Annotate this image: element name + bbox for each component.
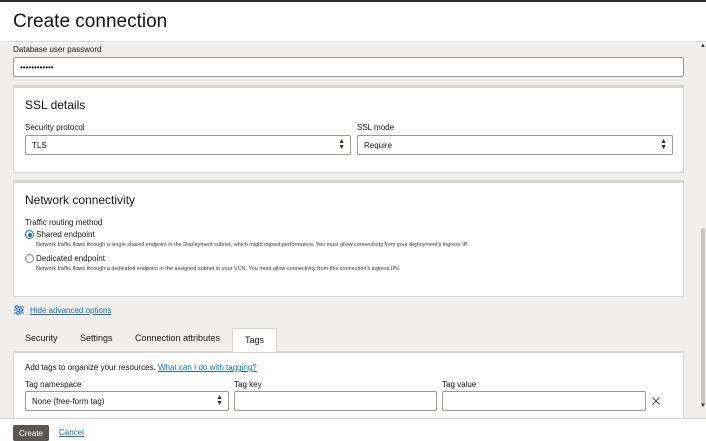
tag-key-label: Tag key [234,380,262,389]
tags-intro-text: Add tags to organize your resources. [25,363,156,372]
password-label: Database user password [13,45,102,54]
tag-key-input[interactable] [234,391,437,411]
tab-security[interactable]: Security [25,333,58,343]
ssl-mode-value: Require [364,140,393,150]
scrollbar[interactable]: ▲ ▼ [700,43,706,418]
security-protocol-label: Security protocol [25,123,85,132]
page-title: Create connection [13,11,168,32]
shared-endpoint-radio[interactable] [25,230,34,239]
sliders-icon[interactable] [13,304,25,316]
ssl-mode-label: SSL mode [357,123,395,132]
tag-value-input[interactable] [442,391,646,411]
dedicated-endpoint-radio[interactable] [25,254,34,263]
cancel-link[interactable]: Cancel [59,428,84,437]
traffic-routing-label: Traffic routing method [25,218,103,227]
tag-namespace-value: None (free-form tag) [32,396,105,406]
tag-namespace-label: Tag namespace [25,380,82,389]
scroll-up-icon[interactable]: ▲ [700,43,706,49]
shared-endpoint-label[interactable]: Shared endpoint [36,230,95,239]
close-icon[interactable] [651,395,661,405]
dedicated-endpoint-help: Network traffic flows through a dedicate… [36,266,401,272]
select-caret-icon: ▲ ▼ [660,138,667,151]
tags-intro: Add tags to organize your resources. Wha… [25,363,257,372]
scroll-down-icon[interactable]: ▼ [700,403,706,409]
tag-value-label: Tag value [442,380,477,389]
security-protocol-select[interactable]: TLS ▲ ▼ [25,135,351,155]
hide-advanced-options-link[interactable]: Hide advanced options [30,306,111,315]
panel-footer: Create Cancel [0,418,706,441]
ssl-mode-select[interactable]: Require ▲ ▼ [357,135,673,155]
tag-namespace-select[interactable]: None (free-form tag) ▲ ▼ [25,391,229,411]
select-caret-icon: ▲ ▼ [216,394,223,407]
tags-panel: Add tags to organize your resources. Wha… [13,352,684,418]
ssl-details-panel: SSL details Security protocol TLS ▲ ▼ SSL… [13,85,684,173]
tagging-help-link[interactable]: What can I do with tagging? [158,363,257,372]
tab-connection-attributes[interactable]: Connection attributes [135,333,220,343]
scroll-thumb[interactable] [701,228,705,406]
security-protocol-value: TLS [32,140,47,150]
network-connectivity-panel: Network connectivity Traffic routing met… [13,180,684,297]
tab-tags[interactable]: Tags [232,328,278,353]
dedicated-endpoint-label[interactable]: Dedicated endpoint [36,254,105,263]
select-caret-icon: ▲ ▼ [338,138,345,151]
create-button[interactable]: Create [13,425,49,441]
tab-bar: Security Settings Connection attributes … [13,328,685,353]
password-field[interactable]: •••••••••••• [13,57,684,77]
shared-endpoint-help: Network traffic flows through a single s… [36,242,469,248]
tab-settings[interactable]: Settings [80,333,113,343]
password-value: •••••••••••• [20,62,54,72]
ssl-details-title: SSL details [25,98,86,112]
panel-header: Create connection [0,2,706,42]
network-connectivity-title: Network connectivity [25,193,136,207]
